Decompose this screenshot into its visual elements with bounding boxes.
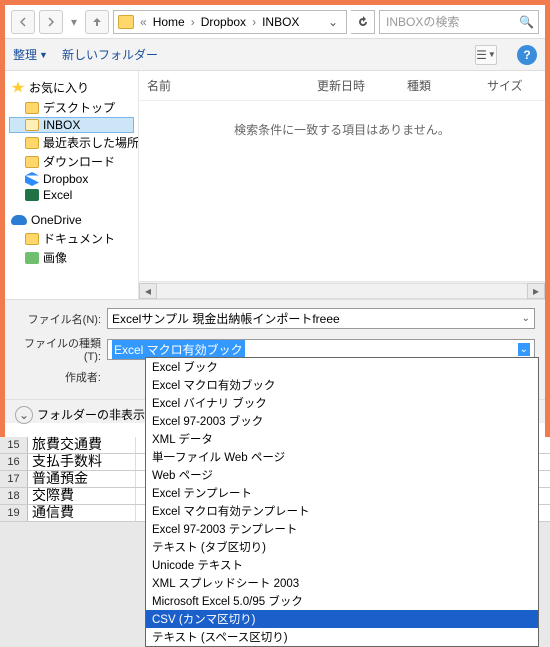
filetype-option[interactable]: Excel テンプレート — [146, 484, 538, 502]
search-icon: 🔍 — [519, 15, 534, 29]
row-header: 16 — [0, 454, 28, 470]
search-input[interactable]: INBOXの検索 🔍 — [379, 10, 539, 34]
tree-item-downloads[interactable]: ダウンロード — [9, 152, 134, 171]
filetype-option[interactable]: Excel 97-2003 ブック — [146, 412, 538, 430]
col-date[interactable]: 更新日時 — [317, 77, 407, 94]
folder-icon — [25, 233, 39, 245]
filetype-option[interactable]: 単一ファイル Web ページ — [146, 448, 538, 466]
navigation-tree[interactable]: お気に入り デスクトップ INBOX 最近表示した場所 ダウンロード Dropb… — [5, 71, 139, 299]
filetype-option[interactable]: Excel 97-2003 テンプレート — [146, 520, 538, 538]
col-type[interactable]: 種類 — [407, 77, 487, 94]
search-placeholder: INBOXの検索 — [386, 13, 459, 30]
filetype-option[interactable]: Excel マクロ有効ブック — [146, 376, 538, 394]
onedrive-header[interactable]: OneDrive — [9, 211, 134, 229]
row-header: 19 — [0, 505, 28, 521]
author-label: 作成者: — [15, 369, 101, 385]
filetype-dropdown-list[interactable]: Excel ブックExcel マクロ有効ブックExcel バイナリ ブックExc… — [145, 357, 539, 647]
filetype-option[interactable]: Unicode テキスト — [146, 556, 538, 574]
row-header: 18 — [0, 488, 28, 504]
tree-item-dropbox[interactable]: Dropbox — [9, 171, 134, 187]
filetype-option[interactable]: Web ページ — [146, 466, 538, 484]
breadcrumb-dropdown[interactable]: ⌄ — [324, 15, 342, 29]
star-icon — [11, 82, 25, 94]
filetype-option[interactable]: CSV (カンマ区切り) — [146, 610, 538, 628]
breadcrumb-bar[interactable]: « Home › Dropbox › INBOX ⌄ — [113, 10, 347, 34]
breadcrumb-ellipsis: « — [140, 15, 147, 29]
filetype-option[interactable]: XML スプレッドシート 2003 — [146, 574, 538, 592]
row-header: 17 — [0, 471, 28, 487]
help-button[interactable]: ? — [517, 45, 537, 65]
folder-icon — [25, 137, 39, 149]
scroll-right-button[interactable]: ▸ — [527, 283, 545, 299]
row-header: 15 — [0, 437, 28, 453]
chevron-right-icon: › — [252, 15, 256, 29]
new-folder-button[interactable]: 新しいフォルダー — [62, 46, 158, 63]
organize-button[interactable]: 整理 ▼ — [13, 46, 48, 63]
hide-folders-label[interactable]: フォルダーの非表示 — [37, 406, 145, 423]
dropdown-icon[interactable]: ⌄ — [522, 313, 530, 324]
filename-input[interactable]: Excelサンプル 現金出納帳インポートfreee⌄ — [107, 308, 535, 329]
horizontal-scrollbar[interactable]: ◂ ▸ — [139, 281, 545, 299]
col-size[interactable]: サイズ — [487, 77, 537, 94]
navigation-bar: ▾ « Home › Dropbox › INBOX ⌄ INBOXの検索 🔍 — [5, 5, 545, 39]
tree-item-documents[interactable]: ドキュメント — [9, 229, 134, 248]
breadcrumb-seg[interactable]: Home — [153, 15, 185, 29]
file-list-area: 名前 更新日時 種類 サイズ 検索条件に一致する項目はありません。 ◂ ▸ — [139, 71, 545, 299]
filetype-option[interactable]: XML データ — [146, 430, 538, 448]
filetype-option[interactable]: テキスト (タブ区切り) — [146, 538, 538, 556]
filetype-label: ファイルの種類(T): — [15, 335, 101, 363]
expand-folders-button[interactable]: ⌄ — [15, 406, 33, 424]
breadcrumb-seg[interactable]: INBOX — [262, 15, 299, 29]
dropbox-icon — [25, 172, 39, 186]
main-panel: お気に入り デスクトップ INBOX 最近表示した場所 ダウンロード Dropb… — [5, 71, 545, 299]
filetype-option[interactable]: Microsoft Excel 5.0/95 ブック — [146, 592, 538, 610]
cell: 交際費 — [28, 488, 136, 504]
cell: 普通預金 — [28, 471, 136, 487]
excel-icon — [25, 189, 39, 201]
col-name[interactable]: 名前 — [147, 77, 317, 94]
folder-icon — [118, 15, 134, 29]
filetype-option[interactable]: Excel バイナリ ブック — [146, 394, 538, 412]
dropdown-icon[interactable]: ⌄ — [518, 343, 530, 356]
tree-item-desktop[interactable]: デスクトップ — [9, 98, 134, 117]
tree-item-pictures[interactable]: 画像 — [9, 248, 134, 267]
pictures-icon — [25, 252, 39, 264]
folder-icon — [25, 102, 39, 114]
breadcrumb-seg[interactable]: Dropbox — [201, 15, 246, 29]
forward-button[interactable] — [39, 10, 63, 34]
filetype-option[interactable]: Excel ブック — [146, 358, 538, 376]
folder-icon — [25, 119, 39, 131]
cell: 通信費 — [28, 505, 136, 521]
onedrive-icon — [11, 215, 27, 225]
filename-label: ファイル名(N): — [15, 311, 101, 327]
scroll-track[interactable] — [157, 283, 527, 299]
refresh-button[interactable] — [351, 10, 375, 34]
filetype-option[interactable]: テキスト (スペース区切り) — [146, 628, 538, 646]
cell: 旅費交通費 — [28, 437, 136, 453]
tree-item-recent[interactable]: 最近表示した場所 — [9, 133, 134, 152]
back-button[interactable] — [11, 10, 35, 34]
scroll-left-button[interactable]: ◂ — [139, 283, 157, 299]
filetype-option[interactable]: Excel マクロ有効テンプレート — [146, 502, 538, 520]
tree-item-inbox[interactable]: INBOX — [9, 117, 134, 133]
cell: 支払手数料 — [28, 454, 136, 470]
tree-item-excel[interactable]: Excel — [9, 187, 134, 203]
column-headers[interactable]: 名前 更新日時 種類 サイズ — [139, 71, 545, 101]
command-bar: 整理 ▼ 新しいフォルダー ☰▼ ? — [5, 39, 545, 71]
folder-icon — [25, 156, 39, 168]
favorites-header[interactable]: お気に入り — [9, 77, 134, 98]
view-options-button[interactable]: ☰▼ — [475, 45, 497, 65]
chevron-right-icon: › — [191, 15, 195, 29]
up-button[interactable] — [85, 10, 109, 34]
empty-message: 検索条件に一致する項目はありません。 — [139, 121, 545, 138]
recent-locations-dropdown[interactable]: ▾ — [67, 10, 81, 34]
